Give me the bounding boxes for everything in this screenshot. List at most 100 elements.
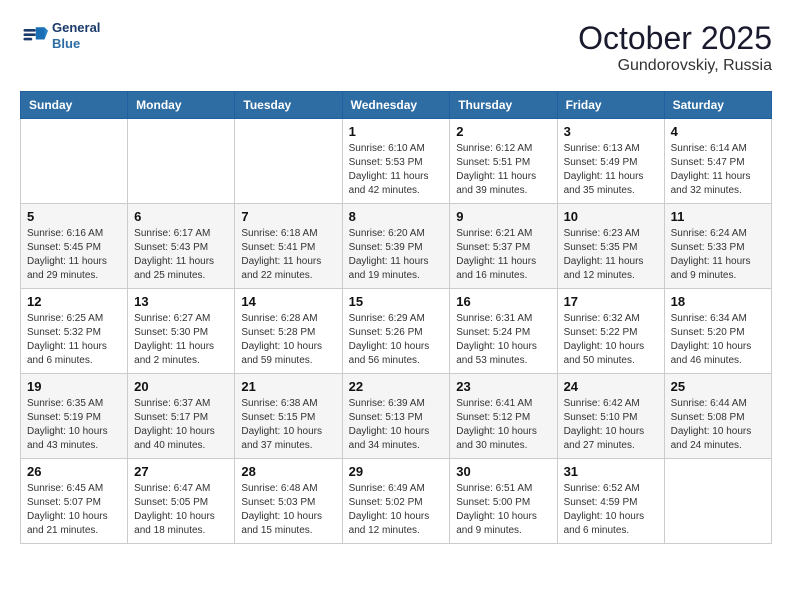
day-number: 28 xyxy=(241,464,335,479)
calendar-cell: 16 Sunrise: 6:31 AM Sunset: 5:24 PM Dayli… xyxy=(450,289,557,374)
day-info: Sunrise: 6:44 AM Sunset: 5:08 PM Dayligh… xyxy=(671,397,765,453)
day-info: Sunrise: 6:45 AM Sunset: 5:07 PM Dayligh… xyxy=(27,482,121,538)
day-number: 23 xyxy=(456,379,550,394)
day-number: 1 xyxy=(349,124,444,139)
logo-line1: General xyxy=(52,20,100,36)
day-info: Sunrise: 6:47 AM Sunset: 5:05 PM Dayligh… xyxy=(134,482,228,538)
day-number: 29 xyxy=(349,464,444,479)
weekday-header: Monday xyxy=(128,92,235,119)
calendar-table: SundayMondayTuesdayWednesdayThursdayFrid… xyxy=(20,91,772,544)
day-number: 13 xyxy=(134,294,228,309)
day-info: Sunrise: 6:29 AM Sunset: 5:26 PM Dayligh… xyxy=(349,312,444,368)
day-number: 5 xyxy=(27,209,121,224)
day-number: 2 xyxy=(456,124,550,139)
calendar-cell: 7Sunrise: 6:18 AM Sunset: 5:41 PM Daylig… xyxy=(235,204,342,289)
day-number: 30 xyxy=(456,464,550,479)
day-number: 8 xyxy=(349,209,444,224)
calendar-cell: 30 Sunrise: 6:51 AM Sunset: 5:00 PM Dayli… xyxy=(450,459,557,544)
day-number: 31 xyxy=(564,464,658,479)
day-number: 19 xyxy=(27,379,121,394)
day-info: Sunrise: 6:42 AM Sunset: 5:10 PM Dayligh… xyxy=(564,397,658,453)
day-number: 3 xyxy=(564,124,658,139)
calendar-cell xyxy=(21,119,128,204)
day-info: Sunrise: 6:12 AM Sunset: 5:51 PM Dayligh… xyxy=(456,142,550,198)
day-number: 7 xyxy=(241,209,335,224)
day-number: 10 xyxy=(564,209,658,224)
weekday-header: Thursday xyxy=(450,92,557,119)
day-number: 26 xyxy=(27,464,121,479)
day-info: Sunrise: 6:28 AM Sunset: 5:28 PM Dayligh… xyxy=(241,312,335,368)
calendar-cell: 31 Sunrise: 6:52 AM Sunset: 4:59 PM Dayli… xyxy=(557,459,664,544)
day-number: 9 xyxy=(456,209,550,224)
calendar-cell: 13 Sunrise: 6:27 AM Sunset: 5:30 PM Dayli… xyxy=(128,289,235,374)
day-info: Sunrise: 6:31 AM Sunset: 5:24 PM Dayligh… xyxy=(456,312,550,368)
day-number: 17 xyxy=(564,294,658,309)
calendar-week-row: 12Sunrise: 6:25 AM Sunset: 5:32 PM Dayli… xyxy=(21,289,772,374)
calendar-week-row: 26 Sunrise: 6:45 AM Sunset: 5:07 PM Dayli… xyxy=(21,459,772,544)
weekday-header: Saturday xyxy=(664,92,771,119)
calendar-cell: 18Sunrise: 6:34 AM Sunset: 5:20 PM Dayli… xyxy=(664,289,771,374)
calendar-cell: 11 Sunrise: 6:24 AM Sunset: 5:33 PM Dayli… xyxy=(664,204,771,289)
day-number: 20 xyxy=(134,379,228,394)
logo-line2: Blue xyxy=(52,36,100,52)
calendar-cell: 27 Sunrise: 6:47 AM Sunset: 5:05 PM Dayli… xyxy=(128,459,235,544)
day-number: 24 xyxy=(564,379,658,394)
logo: General Blue xyxy=(20,20,100,51)
calendar-cell: 26 Sunrise: 6:45 AM Sunset: 5:07 PM Dayli… xyxy=(21,459,128,544)
day-number: 11 xyxy=(671,209,765,224)
day-number: 21 xyxy=(241,379,335,394)
day-info: Sunrise: 6:13 AM Sunset: 5:49 PM Dayligh… xyxy=(564,142,658,198)
day-info: Sunrise: 6:20 AM Sunset: 5:39 PM Dayligh… xyxy=(349,227,444,283)
logo-icon xyxy=(20,22,48,50)
calendar-cell: 15 Sunrise: 6:29 AM Sunset: 5:26 PM Dayli… xyxy=(342,289,450,374)
day-info: Sunrise: 6:21 AM Sunset: 5:37 PM Dayligh… xyxy=(456,227,550,283)
day-info: Sunrise: 6:10 AM Sunset: 5:53 PM Dayligh… xyxy=(349,142,444,198)
day-info: Sunrise: 6:34 AM Sunset: 5:20 PM Dayligh… xyxy=(671,312,765,368)
calendar-cell: 22Sunrise: 6:39 AM Sunset: 5:13 PM Dayli… xyxy=(342,374,450,459)
calendar-cell: 25 Sunrise: 6:44 AM Sunset: 5:08 PM Dayli… xyxy=(664,374,771,459)
calendar-cell: 20 Sunrise: 6:37 AM Sunset: 5:17 PM Dayli… xyxy=(128,374,235,459)
calendar-header-row: SundayMondayTuesdayWednesdayThursdayFrid… xyxy=(21,92,772,119)
day-info: Sunrise: 6:24 AM Sunset: 5:33 PM Dayligh… xyxy=(671,227,765,283)
calendar-cell: 28Sunrise: 6:48 AM Sunset: 5:03 PM Dayli… xyxy=(235,459,342,544)
calendar-week-row: 19Sunrise: 6:35 AM Sunset: 5:19 PM Dayli… xyxy=(21,374,772,459)
day-number: 6 xyxy=(134,209,228,224)
calendar-cell: 19Sunrise: 6:35 AM Sunset: 5:19 PM Dayli… xyxy=(21,374,128,459)
day-number: 4 xyxy=(671,124,765,139)
day-number: 16 xyxy=(456,294,550,309)
day-number: 22 xyxy=(349,379,444,394)
day-info: Sunrise: 6:37 AM Sunset: 5:17 PM Dayligh… xyxy=(134,397,228,453)
weekday-header: Tuesday xyxy=(235,92,342,119)
calendar-cell xyxy=(235,119,342,204)
calendar-cell xyxy=(128,119,235,204)
day-info: Sunrise: 6:52 AM Sunset: 4:59 PM Dayligh… xyxy=(564,482,658,538)
logo-text: General Blue xyxy=(52,20,100,51)
calendar-cell: 12Sunrise: 6:25 AM Sunset: 5:32 PM Dayli… xyxy=(21,289,128,374)
calendar-cell: 3 Sunrise: 6:13 AM Sunset: 5:49 PM Daylig… xyxy=(557,119,664,204)
day-number: 14 xyxy=(241,294,335,309)
day-info: Sunrise: 6:49 AM Sunset: 5:02 PM Dayligh… xyxy=(349,482,444,538)
calendar-cell: 1 Sunrise: 6:10 AM Sunset: 5:53 PM Daylig… xyxy=(342,119,450,204)
day-number: 27 xyxy=(134,464,228,479)
calendar-week-row: 1 Sunrise: 6:10 AM Sunset: 5:53 PM Daylig… xyxy=(21,119,772,204)
weekday-header: Friday xyxy=(557,92,664,119)
calendar-cell: 4 Sunrise: 6:14 AM Sunset: 5:47 PM Daylig… xyxy=(664,119,771,204)
calendar-cell: 8 Sunrise: 6:20 AM Sunset: 5:39 PM Daylig… xyxy=(342,204,450,289)
day-info: Sunrise: 6:51 AM Sunset: 5:00 PM Dayligh… xyxy=(456,482,550,538)
day-number: 25 xyxy=(671,379,765,394)
day-info: Sunrise: 6:41 AM Sunset: 5:12 PM Dayligh… xyxy=(456,397,550,453)
calendar-cell xyxy=(664,459,771,544)
day-info: Sunrise: 6:14 AM Sunset: 5:47 PM Dayligh… xyxy=(671,142,765,198)
day-number: 15 xyxy=(349,294,444,309)
month-title: October 2025 xyxy=(578,20,772,57)
location-title: Gundorovskiy, Russia xyxy=(578,57,772,75)
calendar-cell: 9 Sunrise: 6:21 AM Sunset: 5:37 PM Daylig… xyxy=(450,204,557,289)
calendar-cell: 10Sunrise: 6:23 AM Sunset: 5:35 PM Dayli… xyxy=(557,204,664,289)
day-info: Sunrise: 6:17 AM Sunset: 5:43 PM Dayligh… xyxy=(134,227,228,283)
day-info: Sunrise: 6:27 AM Sunset: 5:30 PM Dayligh… xyxy=(134,312,228,368)
day-info: Sunrise: 6:38 AM Sunset: 5:15 PM Dayligh… xyxy=(241,397,335,453)
calendar-cell: 21 Sunrise: 6:38 AM Sunset: 5:15 PM Dayli… xyxy=(235,374,342,459)
weekday-header: Sunday xyxy=(21,92,128,119)
calendar-cell: 17 Sunrise: 6:32 AM Sunset: 5:22 PM Dayli… xyxy=(557,289,664,374)
day-info: Sunrise: 6:32 AM Sunset: 5:22 PM Dayligh… xyxy=(564,312,658,368)
